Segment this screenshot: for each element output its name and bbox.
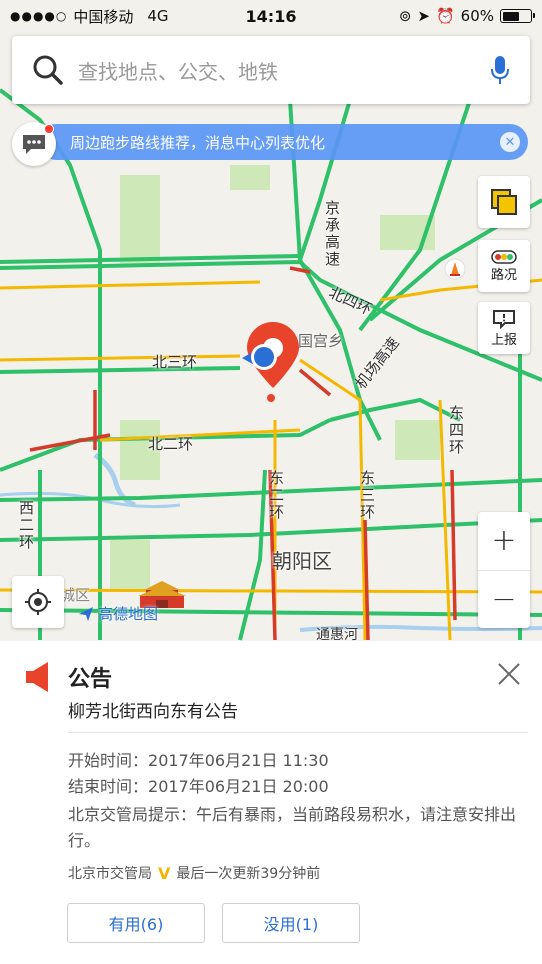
useful-button[interactable]: 有用(6) [67, 903, 205, 943]
battery-percent: 60% [460, 7, 494, 25]
start-time-label: 开始时间： [68, 751, 149, 770]
chat-bubble-icon [23, 135, 45, 154]
crosshair-icon [25, 589, 51, 615]
announcement-panel: 公告 柳芳北街西向东有公告 开始时间：2017年06月21日 11:30 结束时… [0, 641, 542, 964]
river-label: 通惠河 [316, 627, 358, 641]
signal-strength-icon: ●●●●○ [10, 9, 68, 23]
unread-badge [44, 124, 54, 134]
updated-time: 最后一次更新39分钟前 [176, 866, 321, 882]
zoom-control: + − [478, 512, 530, 628]
road-label-dongsanhuan: 东三环 [358, 470, 376, 521]
park-area [120, 175, 160, 265]
megaphone-icon [26, 662, 48, 692]
source-row: 北京市交管局 V 最后一次更新39分钟前 [68, 863, 320, 883]
district-label: 朝阳区 [272, 549, 332, 573]
construction-cone-icon[interactable] [444, 258, 466, 280]
source-name: 北京市交管局 [68, 866, 152, 882]
close-icon[interactable]: ✕ [500, 132, 520, 152]
verified-icon: V [158, 863, 171, 883]
traffic-tip: 北京交管局提示：午后有暴雨，当前路段易积水，请注意安排出行。 [68, 805, 517, 850]
report-label: 上报 [490, 332, 517, 348]
road-label-dongsihuan: 东四环 [447, 405, 465, 456]
close-panel-icon[interactable] [494, 659, 524, 689]
status-bar: ●●●●○ 中国移动 4G 14:16 ⊚ ➤ ⏰ 60% [0, 0, 542, 32]
notice-text: 周边跑步路线推荐，消息中心列表优化 [70, 133, 326, 152]
end-time-value: 2017年06月21日 20:00 [148, 777, 329, 796]
zoom-out-button[interactable]: − [478, 571, 530, 629]
logo-text: 高德地图 [98, 605, 159, 623]
end-time-row: 结束时间：2017年06月21日 20:00 [68, 773, 329, 797]
alarm-icon: ⏰ [435, 7, 455, 25]
network-type: 4G [147, 7, 169, 25]
amap-logo: 高德地图 [78, 603, 158, 624]
current-location-icon [242, 344, 277, 370]
traffic-toggle-button[interactable]: 路况 [478, 240, 530, 292]
zoom-in-button[interactable]: + [478, 512, 530, 571]
area-label: 国宫乡 [298, 332, 344, 350]
traffic-label: 路况 [490, 267, 517, 283]
locate-me-button[interactable] [12, 576, 64, 628]
message-center-button[interactable] [12, 122, 56, 166]
road-label-jingcheng: 京承高速 [323, 200, 341, 268]
road-label-xierhuan: 西二环 [17, 500, 35, 551]
divider [68, 732, 528, 733]
layers-icon [491, 189, 517, 215]
start-time-value: 2017年06月21日 11:30 [148, 751, 329, 770]
traffic-light-icon [491, 249, 517, 264]
amap-logo-icon [79, 606, 93, 621]
search-input[interactable]: 查找地点、公交、地铁 [78, 56, 490, 85]
microphone-icon[interactable] [490, 55, 510, 85]
poi-dot [267, 394, 275, 402]
report-button[interactable]: 上报 [478, 302, 530, 354]
layers-button[interactable] [478, 176, 530, 228]
report-icon [493, 309, 515, 329]
battery-icon [500, 9, 535, 23]
not-useful-button[interactable]: 没用(1) [222, 903, 360, 943]
panel-subtitle: 柳芳北街西向东有公告 [68, 702, 238, 722]
park-area [395, 420, 440, 460]
panel-title: 公告 [68, 667, 113, 692]
orientation-lock-icon: ⊚ [398, 7, 412, 25]
park-area [230, 165, 270, 190]
search-icon [33, 55, 63, 85]
end-time-label: 结束时间： [68, 777, 149, 796]
road-label-beisanhuan: 北三环 [152, 353, 198, 371]
area-label: 城区 [60, 586, 91, 604]
search-bar[interactable]: 查找地点、公交、地铁 [12, 36, 530, 104]
start-time-row: 开始时间：2017年06月21日 11:30 [68, 747, 329, 771]
carrier-name: 中国移动 [73, 7, 134, 26]
notice-banner[interactable]: 周边跑步路线推荐，消息中心列表优化 ✕ [38, 124, 528, 160]
location-services-icon: ➤ [417, 7, 430, 25]
road-label-dongerhuan: 东二环 [267, 470, 285, 521]
road-label-beierhuan: 北二环 [148, 435, 194, 453]
battery-fill [502, 11, 519, 21]
